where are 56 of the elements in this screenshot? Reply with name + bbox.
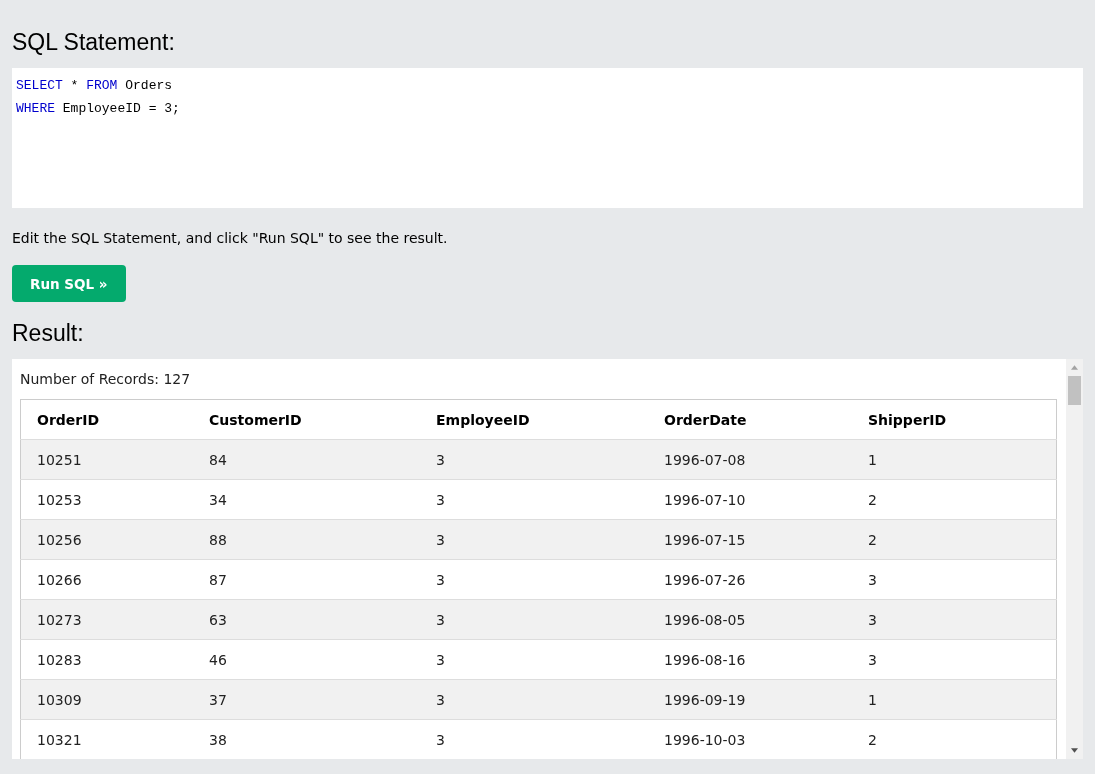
table-cell: 3	[852, 559, 1057, 600]
table-cell: 1996-07-10	[648, 479, 852, 520]
vertical-scrollbar[interactable]	[1066, 359, 1083, 759]
instruction-text: Edit the SQL Statement, and click "Run SQL" to see the result.	[12, 230, 449, 247]
column-header: EmployeeID	[420, 399, 648, 440]
code-line: SELECT * FROM Orders	[16, 77, 174, 95]
table-cell: 46	[193, 639, 420, 680]
table-cell: 3	[420, 599, 648, 640]
section-heading: Result:	[12, 319, 85, 347]
table-cell: 84	[193, 439, 420, 480]
table-cell: 1996-08-16	[648, 639, 852, 680]
table-cell: 1996-08-05	[648, 599, 852, 640]
table-cell: 1	[852, 679, 1057, 720]
table-cell: 10273	[20, 599, 193, 640]
table-cell: 2	[852, 519, 1057, 560]
table-cell: 10251	[20, 439, 193, 480]
table-cell: 37	[193, 679, 420, 720]
table-cell: 1996-07-15	[648, 519, 852, 560]
table-cell: 3	[420, 679, 648, 720]
table-cell: 10283	[20, 639, 193, 680]
table-cell: 3	[420, 479, 648, 520]
code-line: WHERE EmployeeID = 3;	[16, 100, 181, 118]
table-cell: 1996-07-26	[648, 559, 852, 600]
table-cell: 10256	[20, 519, 193, 560]
column-header: CustomerID	[193, 399, 420, 440]
table-cell: 1996-09-19	[648, 679, 852, 720]
column-header: OrderID	[20, 399, 193, 440]
table-cell: 2	[852, 719, 1057, 759]
code-editor[interactable]: SELECT * FROM Orders WHERE EmployeeID = 3;	[12, 68, 1083, 208]
table-cell: 10309	[20, 679, 193, 720]
table-cell: 38	[193, 719, 420, 759]
table-cell: 2	[852, 479, 1057, 520]
table-cell: 10253	[20, 479, 193, 520]
table-cell: 1996-10-03	[648, 719, 852, 759]
table-cell: 88	[193, 519, 420, 560]
table-cell: 34	[193, 479, 420, 520]
column-header: ShipperID	[852, 399, 1057, 440]
table-cell: 1	[852, 439, 1057, 480]
table-cell: 3	[852, 599, 1057, 640]
scrollbar-thumb[interactable]	[1068, 376, 1081, 405]
table-cell: 10321	[20, 719, 193, 759]
table-cell: 3	[420, 639, 648, 680]
table-cell: 3	[420, 519, 648, 560]
table-cell: 1996-07-08	[648, 439, 852, 480]
table-cell: 87	[193, 559, 420, 600]
table-cell: 10266	[20, 559, 193, 600]
scroll-up-icon[interactable]	[1071, 365, 1078, 370]
column-header: OrderDate	[648, 399, 852, 440]
section-heading: SQL Statement:	[12, 28, 176, 56]
table-cell: 3	[420, 439, 648, 480]
table-cell: 63	[193, 599, 420, 640]
table-cell: 3	[420, 719, 648, 759]
scroll-down-icon[interactable]	[1071, 748, 1078, 753]
table-cell: 3	[852, 639, 1057, 680]
table-cell: 3	[420, 559, 648, 600]
record-count: Number of Records: 127	[20, 370, 192, 389]
